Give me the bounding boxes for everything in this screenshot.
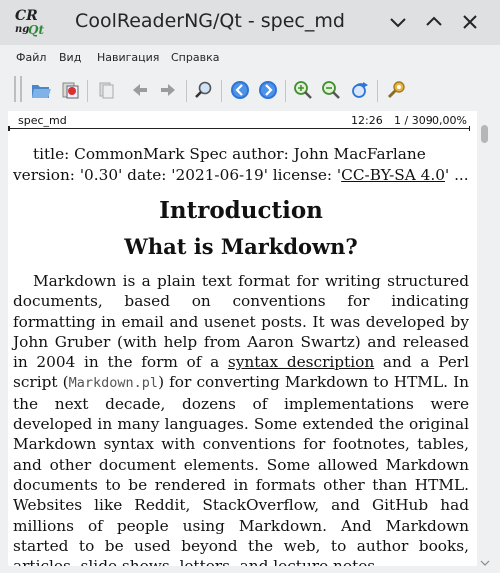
copy-button[interactable] bbox=[95, 79, 117, 101]
settings-icon bbox=[387, 81, 405, 99]
open-button[interactable] bbox=[30, 79, 52, 101]
logo-qt: Qt bbox=[28, 23, 44, 37]
progress-marker bbox=[8, 126, 10, 131]
menu-view[interactable]: Вид bbox=[59, 51, 81, 64]
toolbar-grip[interactable] bbox=[14, 76, 22, 102]
settings-button[interactable] bbox=[385, 79, 407, 101]
zoom-in-button[interactable] bbox=[292, 79, 314, 101]
toolbar-separator bbox=[221, 80, 222, 102]
heading-what-is-markdown: What is Markdown? bbox=[124, 234, 358, 259]
open-folder-icon bbox=[32, 85, 51, 98]
prev-page-icon bbox=[231, 81, 249, 99]
recent-books-icon bbox=[62, 82, 79, 99]
forward-button[interactable] bbox=[157, 79, 179, 101]
menu-file[interactable]: Файл bbox=[16, 51, 46, 64]
front-matter: title: CommonMark Spec author: John MacF… bbox=[13, 144, 469, 186]
zoom-in-icon bbox=[294, 81, 312, 99]
toolbar-separator bbox=[377, 80, 378, 102]
close-icon bbox=[463, 15, 477, 29]
recent-books-button[interactable] bbox=[59, 79, 81, 101]
find-icon bbox=[195, 81, 212, 98]
document-view[interactable]: spec_md 12:26 1 / 309 0,00% title: Commo… bbox=[8, 111, 477, 566]
toolbar-separator bbox=[87, 80, 88, 102]
progress-end-marker bbox=[469, 126, 470, 131]
chevron-down-icon bbox=[390, 18, 406, 28]
vertical-scrollbar[interactable] bbox=[480, 125, 490, 566]
paragraph-text-3: ) for converting Markdown to HTML. In th… bbox=[13, 373, 469, 566]
syntax-description-link[interactable]: syntax description bbox=[228, 353, 374, 371]
rotate-button[interactable] bbox=[349, 79, 371, 101]
menu-navigation[interactable]: Навигация bbox=[97, 51, 159, 64]
toolbar-separator bbox=[186, 80, 187, 102]
progress-line bbox=[8, 128, 470, 129]
heading-introduction: Introduction bbox=[159, 197, 323, 224]
chevron-up-icon bbox=[426, 16, 442, 26]
status-pages: 1 / 309 bbox=[394, 114, 433, 127]
forward-arrow-icon bbox=[161, 84, 175, 96]
license-link[interactable]: CC-BY-SA 4.0 bbox=[341, 166, 445, 184]
status-time: 12:26 bbox=[351, 114, 383, 127]
menu-help[interactable]: Справка bbox=[171, 51, 219, 64]
scrollbar-thumb[interactable] bbox=[481, 125, 488, 143]
scroll-down-icon bbox=[480, 560, 490, 566]
logo-cr: CR bbox=[15, 8, 38, 24]
inline-code: Markdown.pl bbox=[68, 375, 159, 392]
status-bar: spec_md 12:26 1 / 309 0,00% bbox=[8, 111, 477, 131]
rotate-icon bbox=[352, 82, 368, 98]
maximize-button[interactable] bbox=[420, 8, 448, 36]
zoom-out-button[interactable] bbox=[320, 79, 342, 101]
prev-page-button[interactable] bbox=[229, 79, 251, 101]
minimize-button[interactable] bbox=[384, 8, 412, 36]
back-button[interactable] bbox=[129, 79, 151, 101]
status-filename: spec_md bbox=[18, 114, 67, 127]
copy-icon bbox=[99, 82, 114, 99]
zoom-out-icon bbox=[322, 81, 340, 99]
status-percent: 0,00% bbox=[432, 114, 467, 127]
window-title: CoolReaderNG/Qt - spec_md bbox=[75, 10, 345, 32]
back-arrow-icon bbox=[133, 84, 147, 96]
next-page-button[interactable] bbox=[257, 79, 279, 101]
paragraph: Markdown is a plain text format for writ… bbox=[13, 271, 469, 566]
close-button[interactable] bbox=[456, 8, 484, 36]
front-matter-end: ' ... bbox=[445, 166, 469, 184]
app-logo: CR ng Qt bbox=[13, 8, 44, 38]
next-page-icon bbox=[259, 81, 277, 99]
find-button[interactable] bbox=[193, 79, 215, 101]
toolbar-separator bbox=[285, 80, 286, 102]
document-body: title: CommonMark Spec author: John MacF… bbox=[13, 144, 469, 566]
